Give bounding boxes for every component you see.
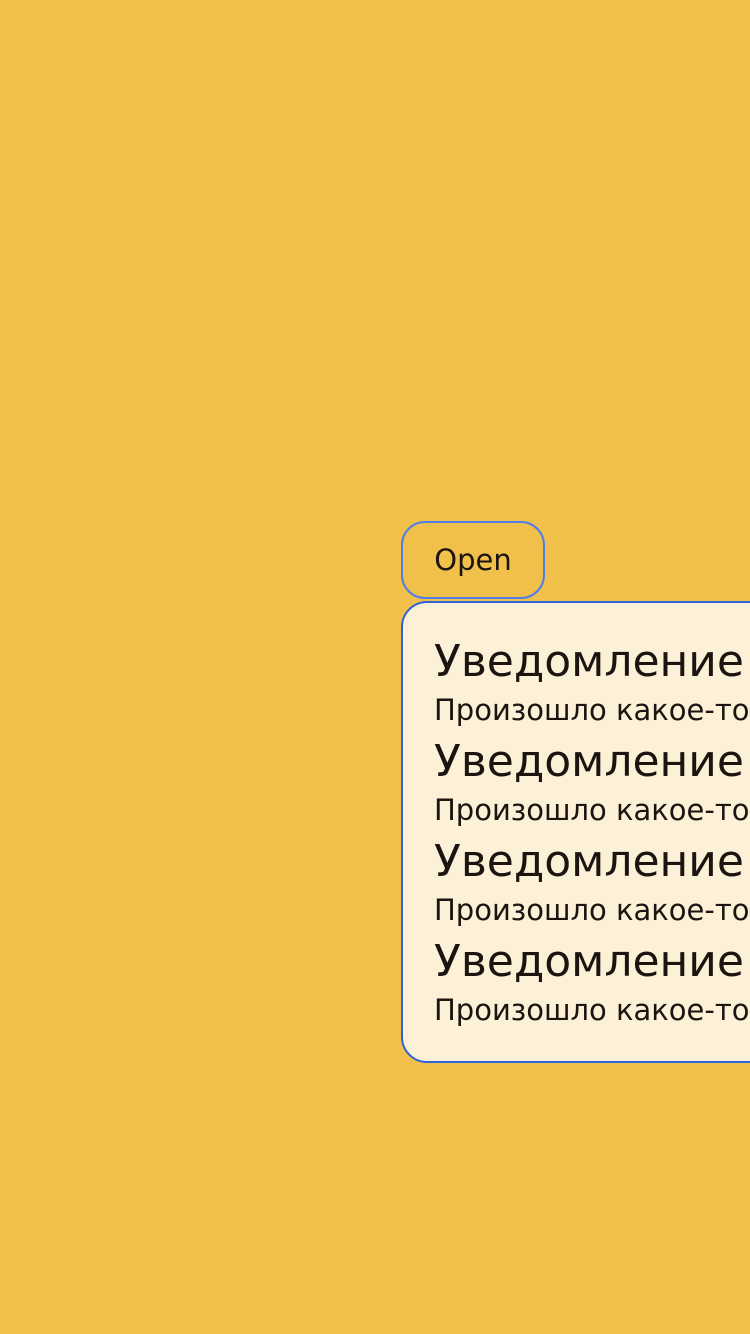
notification-item[interactable]: Уведомление Произошло какое-то событие — [403, 634, 750, 734]
notification-text: Произошло какое-то событие — [434, 793, 750, 827]
notification-item[interactable]: Уведомление Произошло какое-то событие — [403, 934, 750, 1034]
notification-title: Уведомление — [434, 736, 744, 787]
notification-item[interactable]: Уведомление Произошло какое-то событие — [403, 834, 750, 934]
notification-item[interactable]: Уведомление Произошло какое-то событие — [403, 734, 750, 834]
open-button[interactable]: Open — [401, 521, 545, 599]
screen: { "open_button": { "label": "Open" }, "d… — [0, 0, 750, 1334]
notification-title: Уведомление — [434, 836, 744, 887]
notification-text: Произошло какое-то событие — [434, 693, 750, 727]
notification-title: Уведомление — [434, 636, 744, 687]
notification-title: Уведомление — [434, 936, 744, 987]
notification-text: Произошло какое-то событие — [434, 893, 750, 927]
notifications-dropdown: Уведомление Произошло какое-то событие У… — [401, 601, 750, 1063]
notification-text: Произошло какое-то событие — [434, 993, 750, 1027]
